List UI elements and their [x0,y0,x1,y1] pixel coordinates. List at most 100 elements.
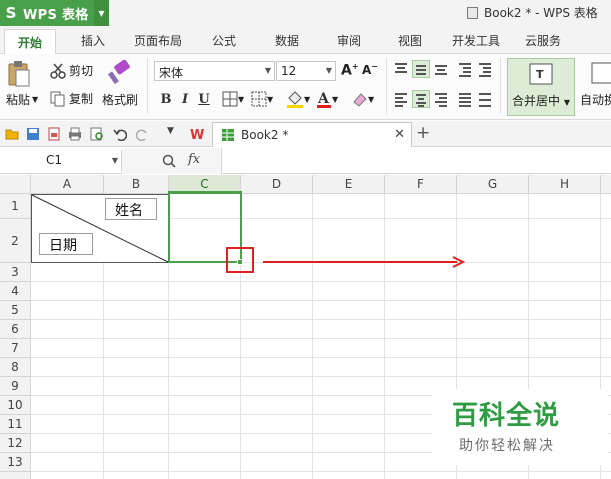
ribbon-divider [500,58,501,114]
wps-w-logo-icon[interactable]: W [190,127,204,141]
distributed-align-button[interactable] [476,90,494,108]
brush-icon [107,60,130,85]
merge-center-button[interactable]: T 合并居中 ▼ [507,58,575,116]
justify-button[interactable] [456,90,474,108]
row-header-6[interactable]: 6 [0,320,31,339]
close-icon[interactable]: ✕ [394,127,405,142]
insert-function-button[interactable]: fx [188,152,200,167]
row-header-5[interactable]: 5 [0,301,31,320]
row-header-1[interactable]: 1 [0,194,31,219]
row-header-13[interactable]: 13 [0,453,31,472]
redo-icon[interactable] [136,127,150,141]
cut-button[interactable]: 剪切 [50,62,93,79]
save-icon[interactable] [26,127,40,141]
ribbon-divider [147,58,148,114]
date-textbox[interactable]: 日期 [39,233,93,255]
name-box[interactable]: C1 ▼ [0,150,122,172]
formula-input[interactable] [222,150,611,172]
name-textbox[interactable]: 姓名 [105,198,157,220]
row-header-12[interactable]: 12 [0,434,31,453]
column-header-f[interactable]: F [385,175,457,194]
clear-format-button[interactable]: ▼ [352,91,374,107]
font-size-value: 12 [281,64,297,78]
row-header-2[interactable]: 2 [0,219,31,263]
borders-button[interactable]: ▼ [222,91,244,107]
column-header-g[interactable]: G [457,175,529,194]
row-header-14[interactable] [0,472,31,479]
print-preview-icon[interactable] [90,127,104,141]
decrease-indent-button[interactable] [456,60,474,78]
paste-button[interactable] [6,60,32,88]
document-tab[interactable]: Book2 * ✕ [212,122,412,147]
align-left-button[interactable] [392,90,410,108]
column-header-h[interactable]: H [529,175,601,194]
window-title: Book2 * - WPS 表格 [467,4,598,21]
format-painter-label-button[interactable]: 格式刷 [102,91,138,108]
tab-page-layout[interactable]: 页面布局 [134,32,182,49]
copy-button[interactable]: 复制 [50,90,93,107]
tab-insert[interactable]: 插入 [81,32,105,49]
bold-button[interactable]: B [157,90,175,108]
row-header-8[interactable]: 8 [0,358,31,377]
align-bottom-button[interactable] [432,60,450,78]
increase-indent-button[interactable] [476,60,494,78]
tab-developer[interactable]: 开发工具 [452,32,500,49]
align-middle-button[interactable] [412,60,430,78]
tab-home[interactable]: 开始 [4,29,57,55]
font-size-select[interactable]: 12 ▼ [276,61,336,81]
increase-font-button[interactable]: A+ [341,62,359,79]
chevron-down-icon: ▼ [368,94,375,104]
underline-button[interactable]: U [195,90,213,108]
spreadsheet-grid[interactable]: A B C D E F G H 1 2 3 4 5 6 7 8 9 10 11 … [0,175,611,479]
column-header-a[interactable]: A [31,175,104,194]
function-zone: fx [122,148,222,174]
decrease-font-button[interactable]: A− [362,62,378,77]
chevron-down-icon: ▼ [332,94,339,104]
tab-view[interactable]: 视图 [398,32,422,49]
paste-icon [8,61,30,87]
chevron-down-icon: ▼ [304,94,311,104]
select-all-corner[interactable] [0,175,31,194]
tab-formulas[interactable]: 公式 [212,32,236,49]
row-header-7[interactable]: 7 [0,339,31,358]
svg-text:T: T [536,68,544,81]
app-menu-button[interactable]: S WPS 表格 ▼ [0,0,109,26]
cell-style-button[interactable]: ▼ [251,91,273,107]
tab-review[interactable]: 审阅 [337,32,361,49]
column-header-d[interactable]: D [241,175,313,194]
gridline [312,194,313,479]
auto-wrap-button[interactable]: 自动换 [580,58,611,108]
row-header-11[interactable]: 11 [0,415,31,434]
align-center-button[interactable] [412,90,430,108]
open-folder-icon[interactable] [5,127,19,141]
cut-label: 剪切 [69,64,94,78]
font-color-button[interactable]: A ▼ [316,90,338,108]
font-name-select[interactable]: 宋体 ▼ [154,61,275,81]
customize-toolbar-icon[interactable]: ▼ [167,126,174,136]
new-tab-plus-icon[interactable]: + [416,123,430,143]
column-header-e[interactable]: E [313,175,385,194]
chevron-down-icon[interactable]: ▼ [94,0,109,26]
zoom-search-icon[interactable] [162,154,176,168]
row-header-10[interactable]: 10 [0,396,31,415]
window-title-text: Book2 * - WPS 表格 [484,6,598,20]
print-icon[interactable] [68,127,82,141]
paste-label-button[interactable]: 粘贴 ▼ [6,91,38,108]
fill-color-button[interactable]: ▼ [286,90,310,108]
align-right-button[interactable] [432,90,450,108]
copy-label: 复制 [69,92,94,106]
column-header-b[interactable]: B [104,175,169,194]
tab-cloud[interactable]: 云服务 [525,32,561,49]
export-pdf-icon[interactable] [47,127,61,141]
align-top-button[interactable] [392,60,410,78]
undo-icon[interactable] [113,127,127,141]
row-header-4[interactable]: 4 [0,282,31,301]
row-header-9[interactable]: 9 [0,377,31,396]
format-painter-button[interactable] [103,60,133,86]
format-painter-label: 格式刷 [102,93,139,107]
italic-button[interactable]: I [176,90,194,108]
tab-data[interactable]: 数据 [275,32,299,49]
border-grid-icon [222,91,238,107]
column-header-i[interactable] [601,175,611,194]
row-header-3[interactable]: 3 [0,263,31,282]
